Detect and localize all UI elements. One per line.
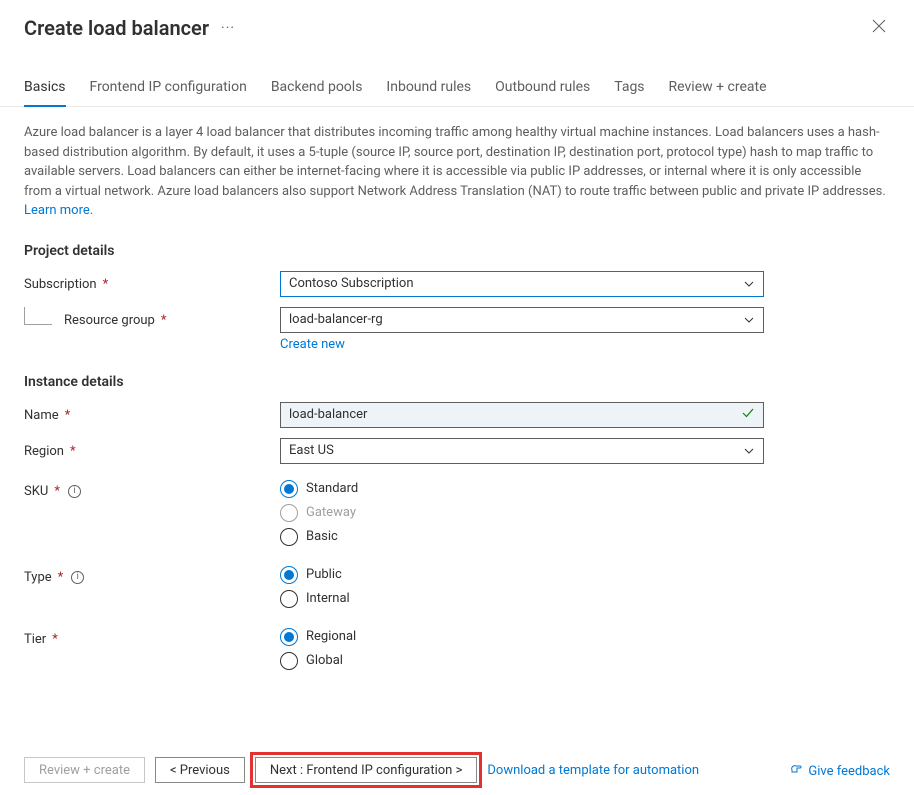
radio-icon bbox=[280, 652, 298, 670]
name-input[interactable]: load-balancer bbox=[280, 402, 764, 428]
radio-icon bbox=[280, 590, 298, 608]
resource-group-value: load-balancer-rg bbox=[289, 312, 383, 327]
required-indicator: * bbox=[70, 444, 76, 459]
feedback-label: Give feedback bbox=[808, 764, 890, 779]
chevron-down-icon bbox=[743, 278, 755, 290]
sku-row: SKU* i Standard Gateway Basic bbox=[24, 478, 890, 546]
next-button[interactable]: Next : Frontend IP configuration > bbox=[255, 757, 478, 783]
radio-icon bbox=[280, 480, 298, 498]
checkmark-icon bbox=[741, 406, 755, 424]
footer: Review + create < Previous Next : Fronte… bbox=[0, 745, 914, 795]
footer-right: Give feedback bbox=[790, 762, 890, 779]
required-indicator: * bbox=[161, 313, 167, 328]
review-create-button: Review + create bbox=[24, 757, 145, 783]
radio-label: Internal bbox=[306, 591, 350, 606]
description-text: Azure load balancer is a layer 4 load ba… bbox=[24, 123, 890, 221]
sku-basic-radio[interactable]: Basic bbox=[280, 528, 764, 546]
type-label: Type* i bbox=[24, 564, 280, 585]
description-body: Azure load balancer is a layer 4 load ba… bbox=[24, 125, 886, 199]
name-label: Name* bbox=[24, 402, 280, 423]
tier-regional-radio[interactable]: Regional bbox=[280, 628, 764, 646]
chevron-down-icon bbox=[743, 314, 755, 326]
header: Create load balancer ··· bbox=[0, 0, 914, 51]
tier-row: Tier* Regional Global bbox=[24, 626, 890, 670]
required-indicator: * bbox=[52, 632, 58, 647]
tab-inbound-rules[interactable]: Inbound rules bbox=[386, 79, 471, 106]
region-row: Region* East US bbox=[24, 438, 890, 464]
radio-label: Regional bbox=[306, 629, 356, 644]
feedback-icon bbox=[790, 762, 803, 775]
subscription-value: Contoso Subscription bbox=[289, 276, 414, 291]
type-radio-group: Public Internal bbox=[280, 564, 764, 608]
tier-label: Tier* bbox=[24, 626, 280, 647]
type-public-radio[interactable]: Public bbox=[280, 566, 764, 584]
project-details-heading: Project details bbox=[24, 243, 890, 259]
tree-indent-icon bbox=[24, 307, 52, 325]
tier-global-radio[interactable]: Global bbox=[280, 652, 764, 670]
region-select[interactable]: East US bbox=[280, 438, 764, 464]
subscription-select[interactable]: Contoso Subscription bbox=[280, 271, 764, 297]
tab-review-create[interactable]: Review + create bbox=[669, 79, 767, 106]
tab-bar: Basics Frontend IP configuration Backend… bbox=[0, 79, 914, 107]
resource-group-select[interactable]: load-balancer-rg bbox=[280, 307, 764, 333]
tab-backend-pools[interactable]: Backend pools bbox=[271, 79, 363, 106]
tab-outbound-rules[interactable]: Outbound rules bbox=[495, 79, 590, 106]
create-new-link[interactable]: Create new bbox=[280, 337, 345, 352]
radio-label: Public bbox=[306, 567, 342, 582]
content: Azure load balancer is a layer 4 load ba… bbox=[0, 107, 914, 670]
tab-basics[interactable]: Basics bbox=[24, 79, 66, 107]
subscription-label: Subscription* bbox=[24, 271, 280, 292]
tab-frontend-ip[interactable]: Frontend IP configuration bbox=[90, 79, 247, 106]
chevron-down-icon bbox=[743, 445, 755, 457]
sku-gateway-radio: Gateway bbox=[280, 504, 764, 522]
learn-more-link[interactable]: Learn more. bbox=[24, 203, 93, 218]
region-value: East US bbox=[289, 443, 334, 458]
info-icon[interactable]: i bbox=[71, 571, 84, 584]
region-label: Region* bbox=[24, 438, 280, 459]
resource-group-label: Resource group* bbox=[24, 307, 280, 328]
radio-icon bbox=[280, 504, 298, 522]
radio-icon bbox=[280, 566, 298, 584]
required-indicator: * bbox=[58, 570, 64, 585]
sku-radio-group: Standard Gateway Basic bbox=[280, 478, 764, 546]
page-title: Create load balancer bbox=[24, 16, 209, 40]
resource-group-row: Resource group* load-balancer-rg Create … bbox=[24, 307, 890, 352]
name-row: Name* load-balancer bbox=[24, 402, 890, 428]
give-feedback-link[interactable]: Give feedback bbox=[790, 762, 890, 779]
close-icon[interactable] bbox=[868, 14, 890, 41]
previous-button[interactable]: < Previous bbox=[155, 757, 245, 783]
download-template-link[interactable]: Download a template for automation bbox=[487, 763, 699, 778]
subscription-row: Subscription* Contoso Subscription bbox=[24, 271, 890, 297]
sku-standard-radio[interactable]: Standard bbox=[280, 480, 764, 498]
type-row: Type* i Public Internal bbox=[24, 564, 890, 608]
radio-icon bbox=[280, 628, 298, 646]
radio-label: Basic bbox=[306, 529, 338, 544]
name-value: load-balancer bbox=[289, 407, 367, 422]
more-options-icon[interactable]: ··· bbox=[221, 20, 235, 36]
radio-label: Gateway bbox=[306, 505, 356, 520]
type-internal-radio[interactable]: Internal bbox=[280, 590, 764, 608]
radio-label: Standard bbox=[306, 481, 358, 496]
tier-radio-group: Regional Global bbox=[280, 626, 764, 670]
required-indicator: * bbox=[65, 408, 71, 423]
radio-icon bbox=[280, 528, 298, 546]
required-indicator: * bbox=[103, 277, 109, 292]
sku-label: SKU* i bbox=[24, 478, 280, 499]
required-indicator: * bbox=[54, 484, 60, 499]
tab-tags[interactable]: Tags bbox=[614, 79, 644, 106]
info-icon[interactable]: i bbox=[68, 485, 81, 498]
instance-details-heading: Instance details bbox=[24, 374, 890, 390]
radio-label: Global bbox=[306, 653, 343, 668]
